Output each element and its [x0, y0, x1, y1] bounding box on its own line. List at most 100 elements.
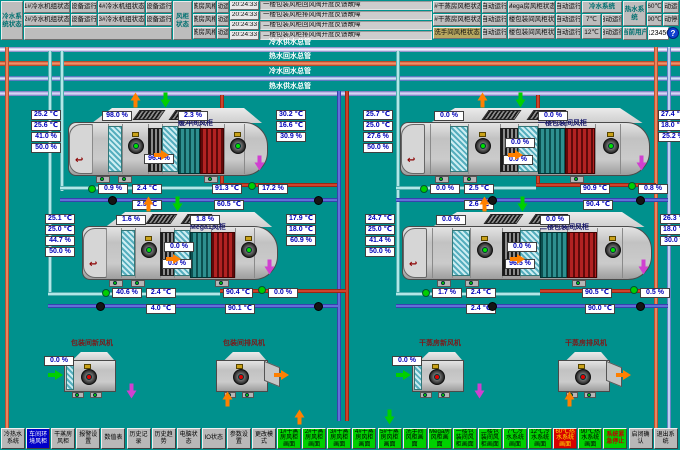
header-filler [24, 27, 172, 40]
flow-arrow-icon [295, 410, 305, 425]
hot-temp-readout: 90.9 ℃ [580, 184, 610, 194]
toolbar-button[interactable]: 2#干蒸房风柜画面 [302, 428, 326, 449]
stub-led-icon [75, 393, 79, 397]
toolbar-button[interactable]: 洗手间风柜画面 [403, 428, 427, 449]
toolbar-button[interactable]: 一楼包装间风柜画面 [453, 428, 477, 449]
toolbar-button[interactable]: 启闭确认 [629, 428, 653, 449]
toolbar-button[interactable]: 4#干蒸房风柜画面 [352, 428, 376, 449]
airflow-arrow-icon [510, 254, 525, 264]
toolbar-button[interactable]: 系统紧急停止 [603, 428, 627, 449]
hot-temp-readout: 90.0 ℃ [585, 304, 615, 314]
toolbar-button[interactable]: 电脑状态 [177, 428, 201, 449]
pipe-right-riser [654, 47, 658, 432]
ahu-name: 1#干蒸房风柜状态 [193, 1, 216, 13]
alarm-message: 一楼包装风柜回风阀开度反馈故障 [260, 1, 432, 10]
hot-temp-readout: 60.5 ℃ [214, 200, 244, 210]
hot-temp-readout: 90.4 ℃ [583, 200, 613, 210]
fan-stop-led-icon [434, 374, 440, 380]
return-air-readout: 50.0 % [365, 247, 395, 257]
return-air-readout: 50.0 % [31, 143, 61, 153]
current-user-value[interactable]: 123456 [648, 27, 669, 40]
ahu-run-status: 自动运行 [217, 27, 229, 39]
hot-system-temp: 60℃ [647, 1, 662, 13]
toolbar-button[interactable]: Mega房风柜画面 [428, 428, 452, 449]
pump-icon [108, 196, 117, 205]
supply-arrow-icon [161, 93, 171, 108]
return-air-readout: 25.0 ℃ [365, 225, 395, 235]
pump-icon [314, 196, 323, 205]
cold-system-temp: 12℃ [582, 27, 601, 39]
toolbar-button[interactable]: 历史趋势 [152, 428, 176, 449]
inlet-arrow-icon [396, 370, 411, 380]
chilled-temp-readout: 2.4 ℃ [466, 288, 496, 298]
chiller-run-status: 设备运行 [146, 14, 172, 26]
toolbar-button[interactable]: IO状态 [202, 428, 226, 449]
pipe-label: 冷水供水总管 [250, 39, 330, 47]
damper-readout: 0.0 % [507, 242, 537, 252]
ahu-run-status: 自动运行 [556, 14, 581, 26]
fan-unit-title: 干蒸房新风机 [395, 340, 485, 348]
current-user-label: 当前用户 [623, 27, 647, 40]
damper-readout: 0.0 % [540, 215, 570, 225]
fan-damper-readout: 0.0 % [44, 356, 74, 366]
toolbar-button[interactable]: 3#干蒸房风柜画面 [327, 428, 351, 449]
chiller-run-status: 设备运行 [146, 1, 172, 13]
return-air-readout: 44.7 % [45, 236, 75, 246]
alarm-time: 20:24:33 [230, 1, 259, 10]
valve-icon [628, 182, 636, 190]
return-air-readout: 27.6 % [363, 132, 393, 142]
toolbar-button[interactable]: 报警设置 [76, 428, 100, 449]
hot-system-mode: 自动运行 [663, 1, 679, 13]
fan-damper-readout: 0.0 % [392, 356, 422, 366]
hot-valve-readout: 0.8 % [638, 184, 668, 194]
toolbar-button[interactable]: 60℃热水系统画面 [553, 428, 577, 449]
toolbar-button[interactable]: 干蒸房风柜 [51, 428, 75, 449]
toolbar-button[interactable]: 90℃热水系统画面 [578, 428, 602, 449]
valve-icon [258, 286, 266, 294]
pipe-cold-supply-main [0, 47, 680, 52]
chiller-name: 3#冷水机组状态 [98, 14, 145, 26]
stub-led-icon [93, 393, 97, 397]
toolbar-button[interactable]: 1#干蒸房风柜画面 [277, 428, 301, 449]
toolbar-button[interactable]: 二楼包装间风柜画面 [478, 428, 502, 449]
damper-readout: 1.8 % [190, 215, 220, 225]
pipe-center-riser-red [345, 91, 349, 421]
toolbar-button[interactable]: 数值表 [101, 428, 125, 449]
toolbar-button[interactable]: 参数设置 [227, 428, 251, 449]
toolbar-button[interactable]: 历史记录 [127, 428, 151, 449]
toolbar-button[interactable]: 冷热水系统 [1, 428, 25, 449]
damper-readout: 98.0 % [102, 111, 132, 121]
fan-top-face [220, 352, 266, 360]
cold-system-label: 冷水系统 [582, 1, 622, 13]
fresh-air-arrow-icon [131, 93, 141, 108]
chilled-valve-readout: 40.6 % [112, 288, 142, 298]
toolbar-button[interactable]: 7℃冷水系统画面 [503, 428, 527, 449]
supply-air-readout: 60.9 % [286, 236, 316, 246]
hot-temp-readout: 90.4 ℃ [223, 288, 253, 298]
chilled-temp-readout: 2.4 ℃ [146, 288, 176, 298]
toolbar-button[interactable]: 退出系统 [654, 428, 678, 449]
ahu-name: 一楼包装间风柜状态 [508, 14, 555, 26]
alarm-message: 一楼包装风柜排风阀开度反馈故障 [260, 11, 432, 20]
ahu-run-status: 自动运行 [482, 14, 507, 26]
toolbar-button[interactable]: 车间环境风柜 [26, 428, 50, 449]
airflow-arrow-icon [166, 254, 181, 264]
return-air-readout: 25.0 ℃ [363, 121, 393, 131]
fan-stop-led-icon [580, 374, 586, 380]
stub-led-icon [245, 393, 249, 397]
toolbar-button[interactable]: 5#干蒸房风柜画面 [378, 428, 402, 449]
ahu-name: 4#干蒸房风柜状态 [433, 1, 481, 13]
pipe-cold-return-main [0, 76, 680, 81]
return-air-readout: 41.4 % [365, 236, 395, 246]
inlet-arrow-icon [48, 370, 63, 380]
help-icon[interactable]: ? [667, 27, 679, 39]
inlet-arrow-icon [565, 392, 575, 407]
hot-temp-readout: 90.1 ℃ [225, 304, 255, 314]
chiller-name: 4#冷水机组状态 [98, 1, 145, 13]
toolbar-button[interactable]: 12℃冷水系统画面 [528, 428, 552, 449]
valve-icon [88, 185, 96, 193]
toolbar-button[interactable]: 更改模式 [252, 428, 276, 449]
chiller-status-label: 冷水系统状态 [1, 1, 23, 40]
return-air-readout: 25.1 ℃ [45, 214, 75, 224]
airflow-arrow-icon [508, 150, 523, 160]
